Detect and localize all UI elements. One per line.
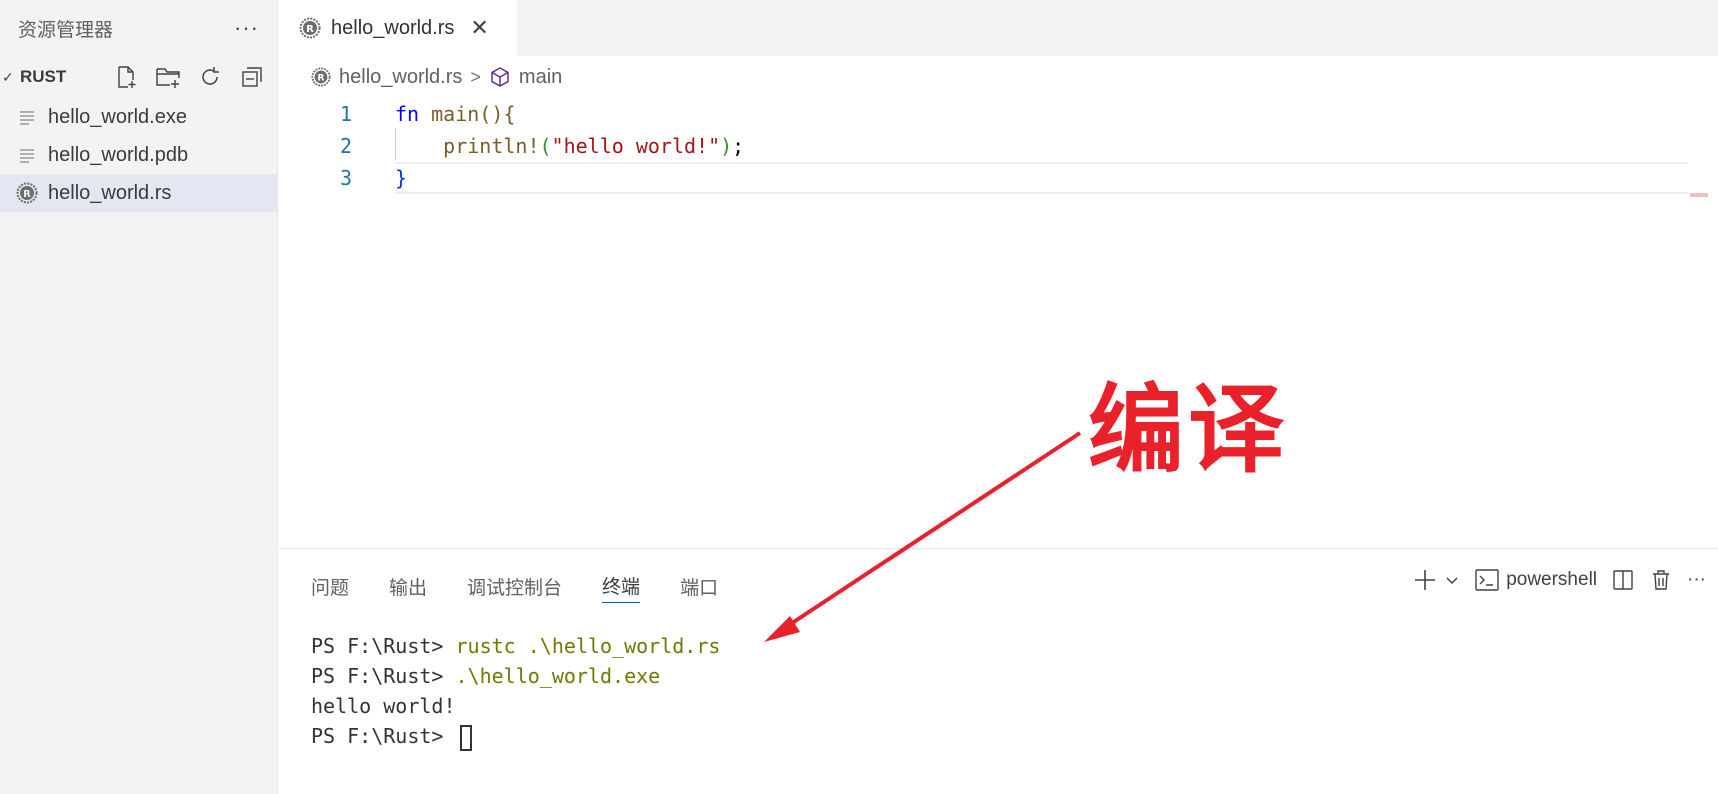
refresh-button[interactable] <box>193 60 227 94</box>
plus-icon <box>1415 570 1436 590</box>
tab-hello-world-rs[interactable]: R hello_world.rs ✕ <box>279 0 517 56</box>
file-name: hello_world.exe <box>48 105 187 128</box>
explorer-actions <box>109 60 269 94</box>
explorer-more-button[interactable]: ··· <box>234 15 259 41</box>
svg-text:R: R <box>318 74 325 84</box>
cube-symbol-icon <box>491 67 509 87</box>
tab-output[interactable]: 输出 <box>389 569 427 603</box>
new-folder-button[interactable] <box>151 60 185 94</box>
split-icon <box>1613 570 1633 590</box>
code-line: 1 fn main(){ <box>279 98 1718 130</box>
panel-actions: powershell ··· <box>1412 567 1706 593</box>
file-item-pdb[interactable]: hello_world.pdb <box>0 136 277 174</box>
new-folder-icon <box>156 68 180 88</box>
folder-section-rust[interactable]: ✓ RUST <box>0 56 277 98</box>
terminal-shell-selector[interactable]: powershell <box>1474 568 1597 592</box>
file-item-exe[interactable]: hello_world.exe <box>0 98 277 136</box>
panel-more-button[interactable]: ··· <box>1687 569 1706 591</box>
file-name: hello_world.rs <box>48 181 172 204</box>
chevron-down-icon: ✓ <box>2 68 14 85</box>
breadcrumb-symbol-label: main <box>518 65 563 88</box>
new-file-icon <box>118 66 136 88</box>
terminal-icon <box>1475 569 1499 591</box>
code-text: println!("hello world!"); <box>443 134 745 158</box>
bottom-panel: 问题 输出 调试控制台 终端 端口 powershell ··· PS F:\R… <box>279 548 1718 794</box>
breadcrumb-symbol[interactable]: main <box>489 66 562 89</box>
tab-ports[interactable]: 端口 <box>680 569 718 603</box>
collapse-all-icon <box>242 67 262 87</box>
file-item-rs[interactable]: R hello_world.rs <box>0 174 277 212</box>
panel-tabs: 问题 输出 调试控制台 终端 端口 <box>311 569 758 603</box>
collapse-all-button[interactable] <box>235 60 269 94</box>
terminal-command: .\hello_world.exe <box>455 664 661 688</box>
trash-icon <box>1653 570 1670 590</box>
terminal-prompt: PS F:\Rust> <box>311 634 456 658</box>
split-terminal-button[interactable] <box>1611 568 1635 592</box>
code-line: 3 } <box>279 162 1718 194</box>
kill-terminal-button[interactable] <box>1649 568 1673 592</box>
code-editor[interactable]: 1 fn main(){ 2 println!("hello world!");… <box>279 98 1718 548</box>
breadcrumb: R hello_world.rs > main <box>279 56 1718 98</box>
rust-icon: R <box>299 17 321 39</box>
breadcrumb-separator: > <box>470 66 481 87</box>
code-text: fn main(){ <box>395 102 516 126</box>
terminal-prompt: PS F:\Rust> <box>311 664 456 688</box>
explorer-header: 资源管理器 ··· <box>0 0 277 56</box>
line-number: 2 <box>339 134 352 158</box>
svg-text:R: R <box>306 24 314 35</box>
breadcrumb-file[interactable]: R hello_world.rs <box>311 66 462 89</box>
line-number: 3 <box>339 166 352 190</box>
code-text: } <box>395 166 408 190</box>
code-line: 2 println!("hello world!"); <box>279 130 1718 162</box>
folder-title: RUST <box>20 67 67 86</box>
close-icon[interactable]: ✕ <box>470 15 488 41</box>
terminal-output[interactable]: PS F:\Rust> rustc .\hello_world.rs PS F:… <box>311 631 720 751</box>
rust-icon: R <box>311 67 331 87</box>
tab-problems[interactable]: 问题 <box>311 569 349 603</box>
tab-debug-console[interactable]: 调试控制台 <box>467 569 562 603</box>
line-number: 1 <box>339 102 352 126</box>
refresh-icon <box>202 67 219 85</box>
explorer-sidebar: 资源管理器 ··· ✓ RUST hello_world.exe hello_w… <box>0 0 278 794</box>
chevron-down-icon <box>1446 577 1458 585</box>
tab-label: hello_world.rs <box>331 16 455 39</box>
svg-text:R: R <box>23 189 31 200</box>
shell-name: powershell <box>1506 569 1598 590</box>
terminal-command: rustc .\hello_world.rs <box>455 634 721 658</box>
editor-tab-bar: R hello_world.rs ✕ <box>279 0 1718 56</box>
file-lines-icon <box>14 104 40 130</box>
file-name: hello_world.pdb <box>48 143 189 166</box>
file-lines-icon <box>14 142 40 168</box>
terminal-cursor <box>459 724 472 751</box>
terminal-prompt: PS F:\Rust> <box>311 724 456 748</box>
new-file-button[interactable] <box>109 60 143 94</box>
annotation-label: 编译 <box>1088 374 1288 486</box>
explorer-title: 资源管理器 <box>18 19 114 41</box>
new-terminal-button[interactable] <box>1412 567 1460 593</box>
rust-icon: R <box>14 180 40 206</box>
breadcrumb-file-label: hello_world.rs <box>339 65 463 88</box>
tab-terminal[interactable]: 终端 <box>602 569 641 603</box>
minimap[interactable] <box>1690 193 1708 197</box>
terminal-output-line: hello world! <box>311 694 456 718</box>
